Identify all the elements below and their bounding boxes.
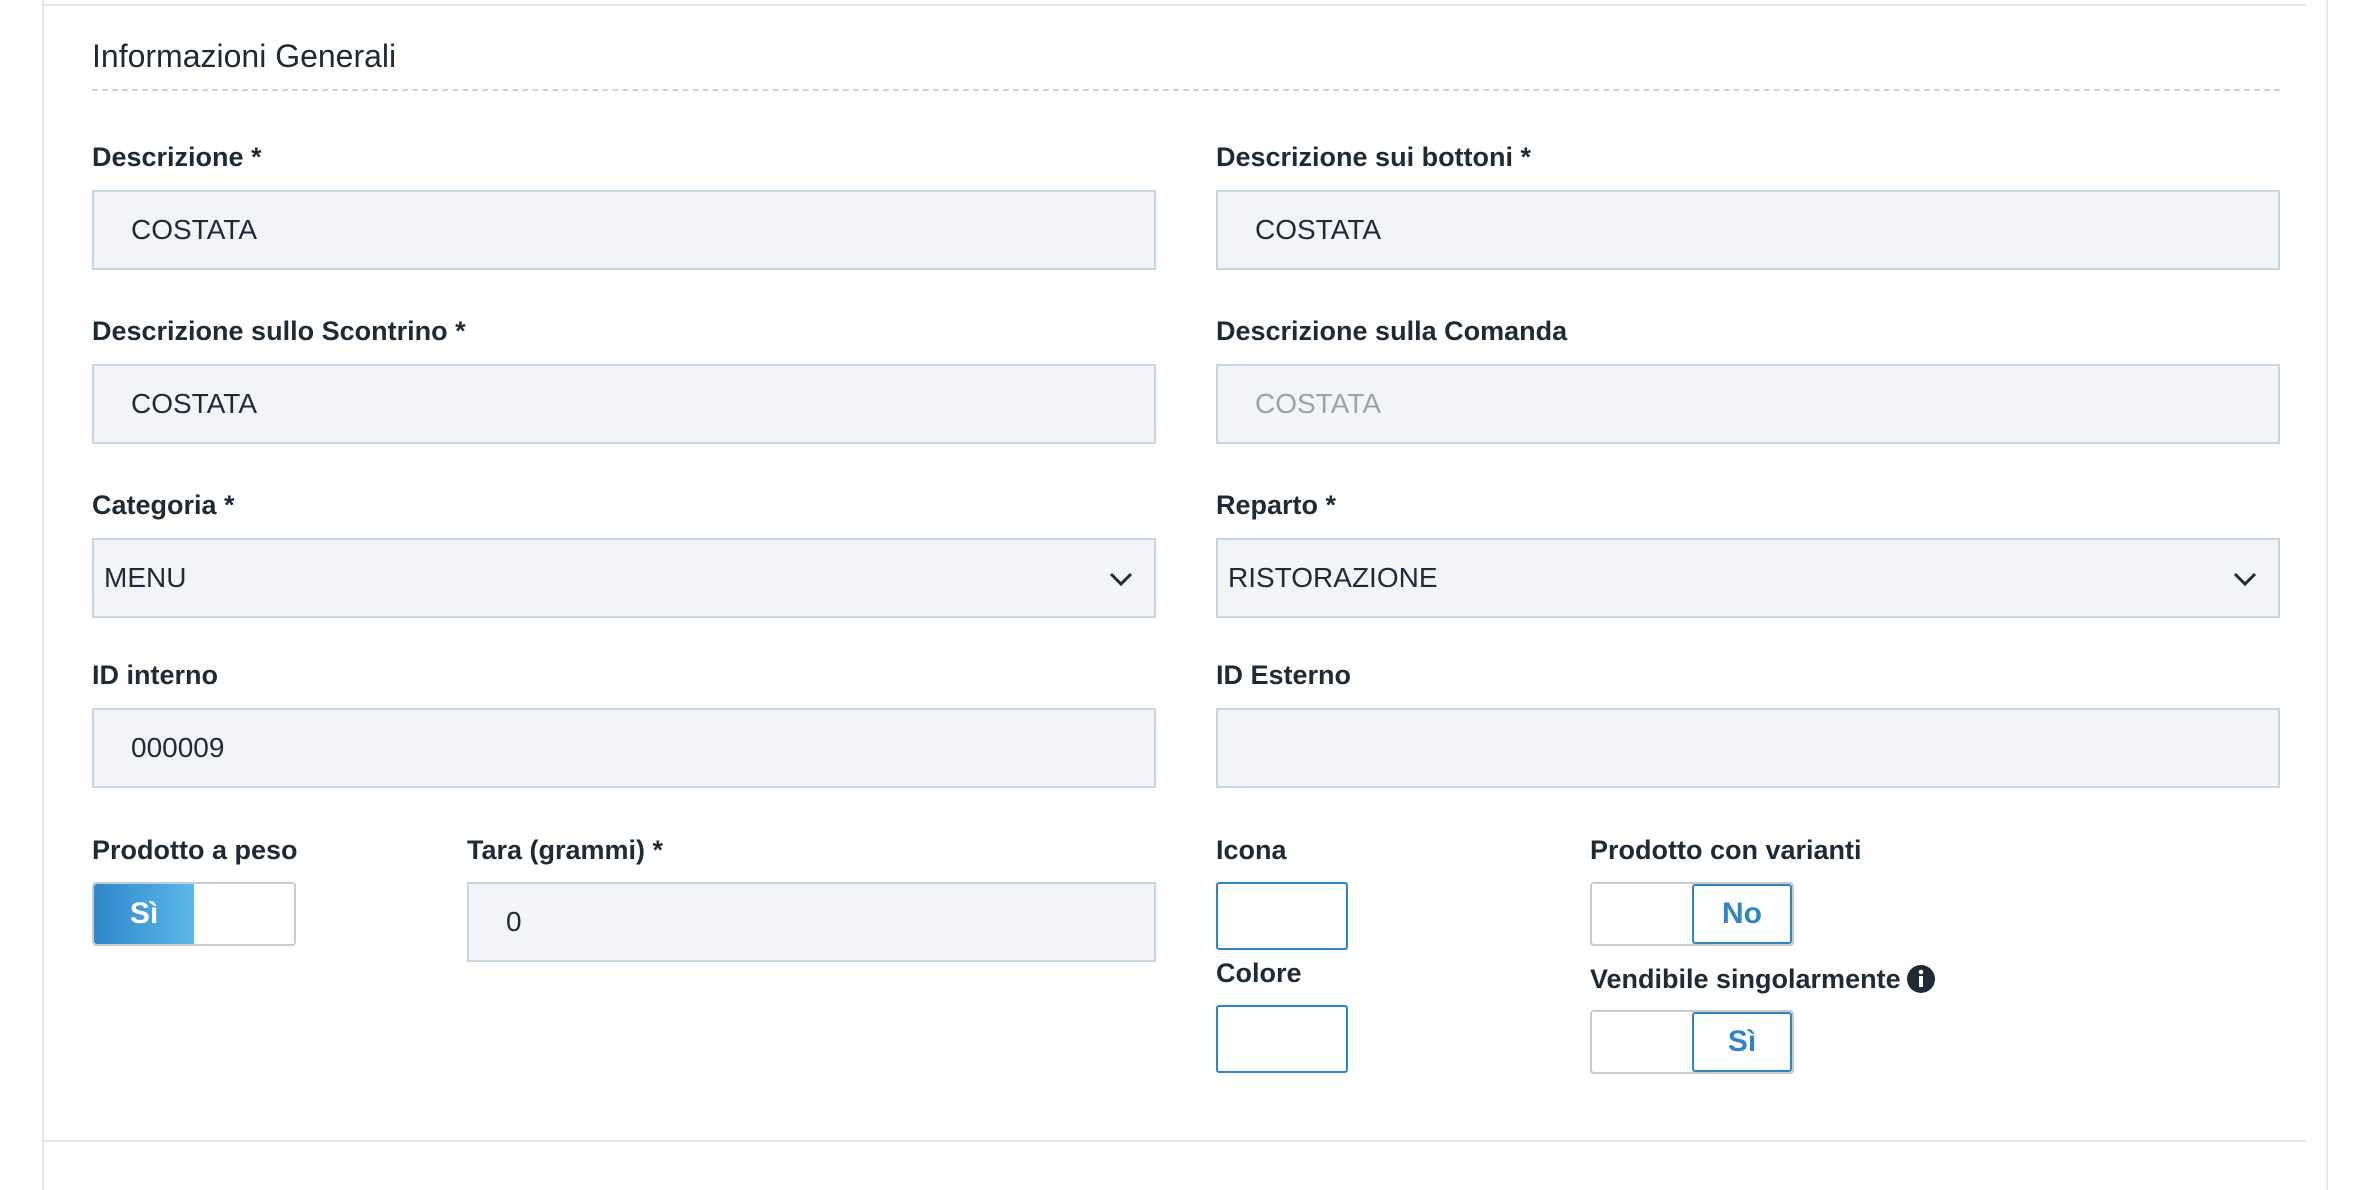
prodotto-varianti-label: Prodotto con varianti: [1590, 835, 1862, 865]
icona-label: Icona: [1216, 835, 1287, 865]
id-esterno-input[interactable]: [1216, 708, 2280, 788]
descrizione-label: Descrizione *: [92, 142, 262, 172]
id-esterno-label: ID Esterno: [1216, 660, 1352, 690]
vendibile-state: Sì: [1692, 1012, 1792, 1072]
colore-label: Colore: [1216, 958, 1302, 988]
chevron-down-icon: [2233, 572, 2257, 587]
divider: [44, 1140, 2306, 1142]
info-icon[interactable]: [1906, 964, 1936, 994]
tara-input[interactable]: 0: [467, 882, 1156, 962]
prodotto-peso-label: Prodotto a peso: [92, 835, 298, 865]
divider: [44, 4, 2306, 6]
categoria-label: Categoria *: [92, 490, 235, 520]
prodotto-varianti-state: No: [1692, 884, 1792, 944]
prodotto-peso-state: Sì: [94, 884, 194, 944]
section-divider: [92, 89, 2280, 91]
reparto-select[interactable]: RISTORAZIONE: [1216, 538, 2280, 618]
id-interno-label: ID interno: [92, 660, 218, 690]
tara-label: Tara (grammi) *: [467, 835, 664, 865]
vendibile-label: Vendibile singolarmente: [1590, 964, 1901, 994]
descrizione-comanda-input[interactable]: COSTATA: [1216, 364, 2280, 444]
reparto-value: RISTORAZIONE: [1228, 562, 1438, 593]
descrizione-bottoni-label: Descrizione sui bottoni *: [1216, 142, 1532, 172]
colore-picker[interactable]: [1216, 1005, 1348, 1073]
descrizione-scontrino-input[interactable]: COSTATA: [92, 364, 1156, 444]
descrizione-bottoni-input[interactable]: COSTATA: [1216, 190, 2280, 270]
descrizione-comanda-label: Descrizione sulla Comanda: [1216, 316, 1568, 346]
section-title: Informazioni Generali: [92, 38, 397, 74]
categoria-select[interactable]: MENU: [92, 538, 1156, 618]
descrizione-scontrino-label: Descrizione sullo Scontrino *: [92, 316, 466, 346]
categoria-value: MENU: [104, 562, 187, 593]
prodotto-varianti-toggle[interactable]: No: [1590, 882, 1794, 946]
prodotto-peso-toggle[interactable]: Sì: [92, 882, 296, 946]
id-interno-input[interactable]: 000009: [92, 708, 1156, 788]
vendibile-toggle[interactable]: Sì: [1590, 1010, 1794, 1074]
chevron-down-icon: [1109, 572, 1133, 587]
descrizione-input[interactable]: COSTATA: [92, 190, 1156, 270]
icona-picker[interactable]: [1216, 882, 1348, 950]
reparto-label: Reparto *: [1216, 490, 1337, 520]
